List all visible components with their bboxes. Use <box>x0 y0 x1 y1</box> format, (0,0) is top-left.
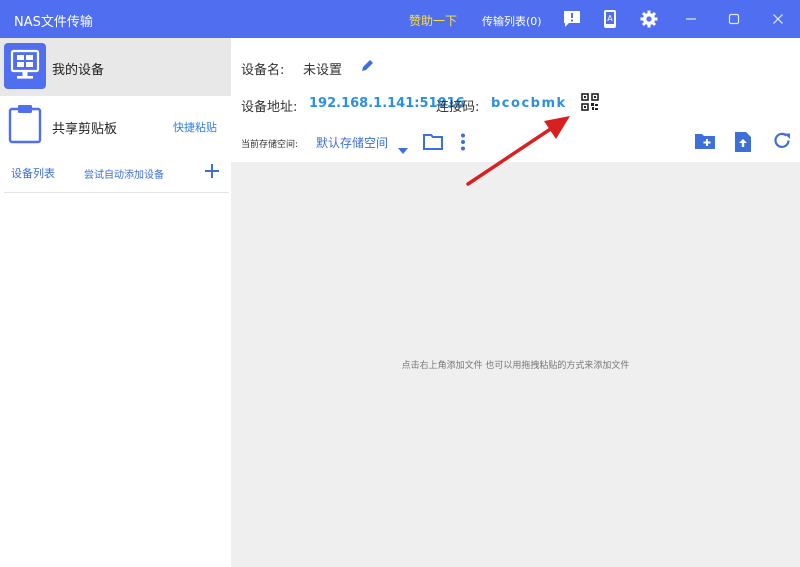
sidebar: 我的设备 共享剪贴板 快捷粘贴 设备列表 尝试自动添加设备 <box>0 38 231 567</box>
edit-pencil-icon[interactable] <box>360 57 376 77</box>
open-folder-icon[interactable] <box>423 133 443 154</box>
device-info-panel: 设备名: 未设置 设备地址: 192.168.1.141:51016 连接码: … <box>231 38 800 162</box>
maximize-icon[interactable] <box>724 9 744 29</box>
clipboard-icon <box>8 104 42 148</box>
add-device-plus-icon[interactable] <box>203 162 221 180</box>
my-device-label: 我的设备 <box>52 63 105 78</box>
device-name-value: 未设置 <box>303 63 343 78</box>
device-list-row: 设备列表 尝试自动添加设备 <box>0 156 231 194</box>
upload-file-icon[interactable] <box>734 131 752 157</box>
computer-icon <box>4 43 46 89</box>
shared-clipboard-item[interactable]: 共享剪贴板 快捷粘贴 <box>0 96 231 156</box>
title-bar: NAS文件传输 赞助一下 传输列表(0) A <box>0 0 800 38</box>
transfer-list-button[interactable]: 传输列表(0) <box>482 13 542 29</box>
feedback-icon[interactable] <box>562 9 582 29</box>
device-address-label: 设备地址: <box>241 100 298 115</box>
add-folder-icon[interactable] <box>694 131 716 155</box>
chevron-down-icon[interactable] <box>398 139 408 158</box>
connect-code-label: 连接码: <box>436 100 480 115</box>
storage-select[interactable]: 默认存储空间 <box>316 134 388 151</box>
mobile-icon[interactable]: A <box>600 9 620 29</box>
svg-text:A: A <box>607 14 613 23</box>
shared-clipboard-label: 共享剪贴板 <box>52 122 118 137</box>
settings-icon[interactable] <box>639 9 659 29</box>
storage-label: 当前存储空间: <box>241 140 299 150</box>
my-device-item[interactable]: 我的设备 <box>0 38 231 96</box>
sponsor-button[interactable]: 赞助一下 <box>409 12 457 29</box>
file-list-area[interactable]: 点击右上角添加文件 也可以用拖拽粘贴的方式来添加文件 <box>231 162 800 567</box>
close-icon[interactable] <box>768 9 788 29</box>
connect-code-value: bcocbmk <box>491 96 567 111</box>
refresh-icon[interactable] <box>772 131 792 155</box>
more-vertical-icon[interactable] <box>460 133 466 155</box>
empty-hint: 点击右上角添加文件 也可以用拖拽粘贴的方式来添加文件 <box>401 361 630 371</box>
device-name-label: 设备名: <box>241 63 285 78</box>
qr-code-icon[interactable] <box>581 93 599 115</box>
auto-add-device-link[interactable]: 尝试自动添加设备 <box>84 166 164 181</box>
device-list-tab[interactable]: 设备列表 <box>11 165 55 181</box>
app-title: NAS文件传输 <box>14 15 93 30</box>
device-list-divider <box>4 192 229 193</box>
quick-paste-link[interactable]: 快捷粘贴 <box>173 119 217 135</box>
minimize-icon[interactable] <box>681 9 701 29</box>
